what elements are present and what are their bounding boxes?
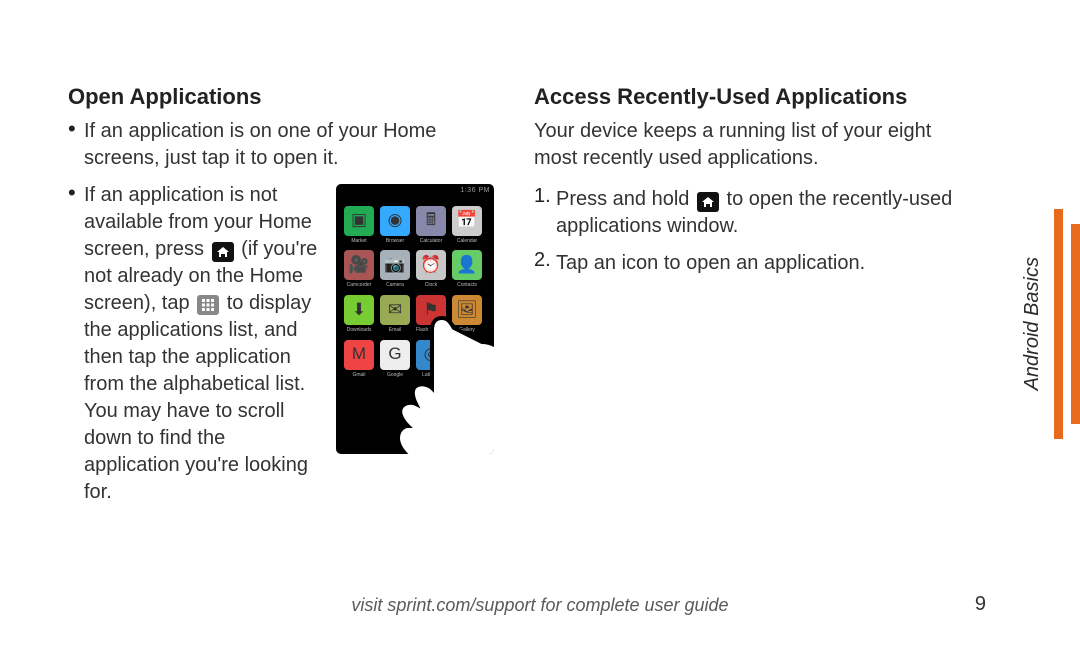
left-column: Open Applications If an application is o… (68, 82, 494, 588)
tab-bar-orange-2 (1071, 224, 1080, 424)
step2-text: Tap an icon to open an application. (556, 252, 865, 274)
phone-app-icon: 👤Contacts (452, 250, 482, 289)
section-side-tab: Android Basics (1021, 209, 1080, 439)
phone-app-icon: MGmail (344, 340, 374, 379)
bullet-text: If an application is on one of your Home… (84, 120, 436, 169)
phone-app-icon: ▣Market (344, 206, 374, 245)
phone-app-icon: 📷Camera (380, 250, 410, 289)
recent-apps-step-2: Tap an icon to open an application. (534, 250, 960, 277)
phone-app-icon: ⬇Downloads (344, 295, 374, 334)
footer-text: visit sprint.com/support for complete us… (0, 595, 1080, 616)
phone-status-time: 1:36 PM (460, 186, 490, 195)
home-icon (697, 192, 719, 212)
phone-app-icon: 📅Calendar (452, 206, 482, 245)
home-icon (212, 242, 234, 262)
open-apps-bullet-2: 1:36 PM ▣Market◉Browser🖩Calculator📅Calen… (68, 182, 494, 506)
hand-illustration (382, 308, 494, 454)
step1-text-a: Press and hold (556, 188, 695, 210)
apps-grid-icon (197, 295, 219, 315)
recent-apps-step-1: Press and hold to open the recently-used… (534, 186, 960, 240)
phone-app-icon: ⏰Clock (416, 250, 446, 289)
recent-apps-intro: Your device keeps a running list of your… (534, 118, 960, 172)
page-number: 9 (975, 593, 986, 616)
open-apps-bullet-1: If an application is on one of your Home… (68, 118, 494, 172)
section-tab-label: Android Basics (1021, 257, 1044, 390)
tab-bar-gap (1063, 209, 1071, 439)
bullet2-text-c: to display the applications list, and th… (84, 292, 311, 503)
recent-apps-heading: Access Recently-Used Applications (534, 82, 960, 112)
open-apps-heading: Open Applications (68, 82, 494, 112)
phone-app-icon: 🖩Calculator (416, 206, 446, 245)
tab-bar-orange-1 (1054, 209, 1063, 439)
right-column: Access Recently-Used Applications Your d… (534, 82, 960, 588)
phone-illustration: 1:36 PM ▣Market◉Browser🖩Calculator📅Calen… (336, 184, 494, 454)
phone-app-icon: 🎥Camcorder (344, 250, 374, 289)
phone-app-icon: ◉Browser (380, 206, 410, 245)
